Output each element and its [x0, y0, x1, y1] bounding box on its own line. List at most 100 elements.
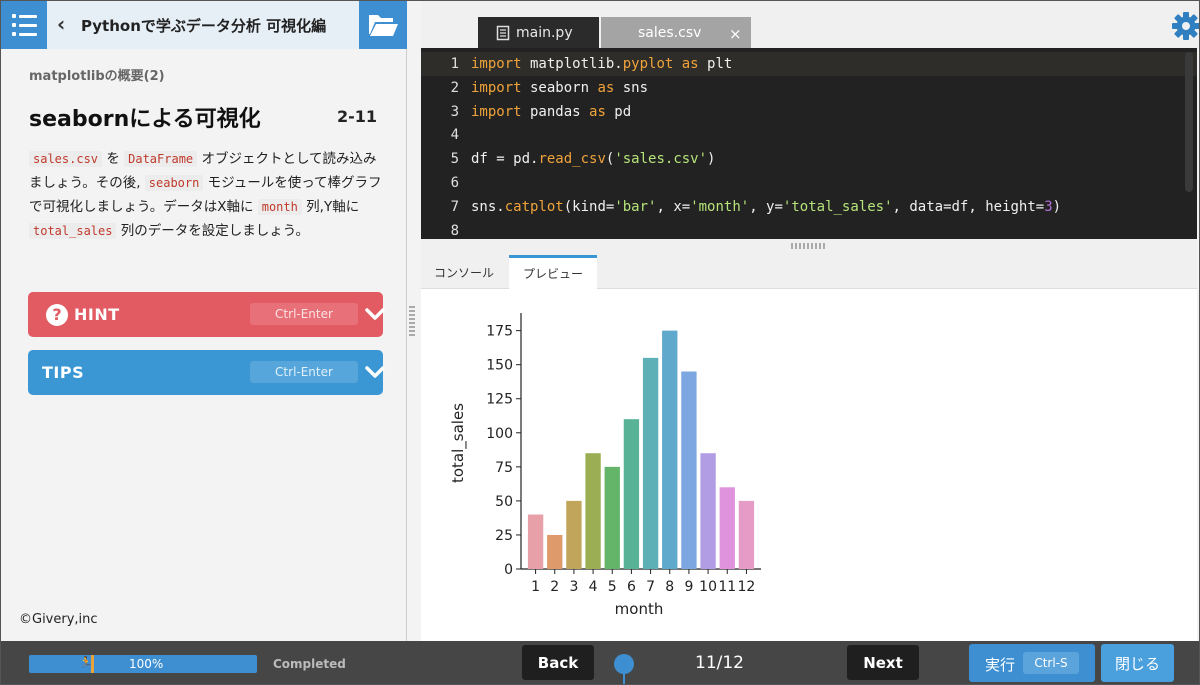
- hint-accordion[interactable]: ? HINT Ctrl-Enter: [28, 292, 385, 337]
- code-editor[interactable]: 1 import matplotlib.pyplot as plt 2 import …: [421, 48, 1197, 239]
- gear-icon[interactable]: [1171, 11, 1200, 41]
- bar: [604, 466, 620, 569]
- code-token: as: [589, 103, 606, 120]
- x-tick-label: 8: [665, 579, 674, 595]
- tips-label: TIPS: [42, 363, 85, 382]
- inline-code: month: [257, 199, 302, 215]
- folder-button[interactable]: [359, 1, 407, 49]
- code-line[interactable]: 3 import pandas as pd: [421, 100, 1197, 124]
- line-number: 7: [450, 198, 459, 215]
- y-tick-label: 25: [495, 528, 513, 544]
- line-number: 1: [450, 56, 459, 72]
- inline-code: DataFrame: [124, 151, 198, 167]
- code-token: pd: [605, 103, 632, 120]
- lesson-panel: ‹ Pythonで学ぶデータ分析 可視化編 matplotlibの概要(2) s…: [1, 1, 407, 641]
- course-title[interactable]: Pythonで学ぶデータ分析 可視化編: [81, 15, 326, 36]
- code-token: import: [471, 79, 522, 96]
- code-token: catplot: [504, 198, 564, 215]
- code-token: ): [707, 151, 716, 168]
- y-tick-label: 150: [486, 358, 513, 374]
- tips-accordion[interactable]: TIPS Ctrl-Enter: [28, 350, 385, 395]
- code-token: import: [471, 103, 522, 120]
- code-token: read_csv: [538, 151, 606, 168]
- lesson-description: sales.csv を DataFrame オブジェクトとして読み込みましょう。…: [29, 147, 385, 243]
- bar: [623, 419, 640, 569]
- code-line[interactable]: 1 import matplotlib.pyplot as plt: [421, 52, 1197, 76]
- menu-button[interactable]: [1, 1, 47, 49]
- tab-console[interactable]: コンソール: [421, 255, 507, 289]
- x-tick-label: 1: [531, 579, 540, 595]
- bar: [719, 487, 735, 569]
- panel-resize-handle[interactable]: [409, 306, 415, 336]
- line-number: 3: [450, 103, 459, 120]
- code-token: 'bar': [614, 198, 657, 215]
- lesson-header: ‹ Pythonで学ぶデータ分析 可視化編: [1, 1, 407, 49]
- x-tick-label: 9: [684, 579, 693, 595]
- code-line[interactable]: 6: [421, 171, 1197, 195]
- page-slider-stem: [623, 674, 625, 684]
- run-label: 実行: [985, 656, 1016, 674]
- close-button[interactable]: 閉じる: [1101, 644, 1174, 682]
- inline-code: seaborn: [144, 175, 204, 191]
- line-number: 4: [450, 127, 459, 144]
- folder-open-icon: [369, 15, 398, 36]
- bar: [700, 453, 716, 569]
- completed-label: Completed: [273, 657, 346, 671]
- y-tick-label: 125: [486, 392, 513, 408]
- code-token: sns: [614, 79, 649, 96]
- workspace-panel: main.py sales.csv × 1 import matplotlib.…: [407, 1, 1200, 641]
- editor-output-splitter[interactable]: [421, 239, 1197, 255]
- x-tick-label: 11: [718, 579, 736, 595]
- editor-tabbar: main.py sales.csv ×: [421, 1, 1200, 48]
- page-slider-handle[interactable]: [614, 654, 634, 674]
- run-button[interactable]: 実行 Ctrl-S: [969, 644, 1095, 682]
- code-line[interactable]: 7 sns.catplot(kind='bar', x='month', y='t…: [421, 195, 1197, 219]
- lesson-title: seabornによる可視化: [29, 107, 261, 132]
- run-shortcut: Ctrl-S: [1023, 652, 1079, 674]
- code-line[interactable]: 8: [421, 219, 1197, 239]
- progress-text: 100%: [129, 657, 164, 671]
- bottom-bar: 🏃 100% Completed Back 11/12 Next 実行 Ctrl…: [1, 641, 1199, 684]
- code-token: 3: [1044, 198, 1053, 215]
- bar: [527, 514, 544, 569]
- line-number: 5: [450, 151, 459, 168]
- code-token: ): [1052, 198, 1062, 215]
- code-line[interactable]: 5 df = pd.read_csv('sales.csv'): [421, 147, 1197, 171]
- code-token: as: [681, 56, 699, 72]
- bar: [681, 371, 697, 569]
- close-icon[interactable]: ×: [729, 25, 742, 43]
- x-tick-label: 10: [699, 579, 717, 595]
- progress-bar: 🏃 100%: [29, 655, 257, 673]
- editor-scrollbar[interactable]: [1185, 52, 1193, 192]
- bar: [547, 534, 563, 569]
- tab-sales-csv[interactable]: sales.csv ×: [601, 17, 751, 48]
- body-text: を: [102, 151, 125, 167]
- tab-main-py[interactable]: main.py: [478, 17, 599, 48]
- y-tick-label: 100: [486, 426, 513, 442]
- tab-preview[interactable]: プレビュー: [509, 255, 597, 289]
- y-tick-label: 75: [495, 460, 513, 476]
- chevron-left-icon[interactable]: ‹: [57, 13, 65, 35]
- bar: [642, 357, 659, 569]
- lesson-number: 2-11: [337, 107, 378, 126]
- code-line[interactable]: 2 import seaborn as sns: [421, 76, 1197, 100]
- x-tick-label: 5: [608, 579, 617, 595]
- x-tick-label: 4: [589, 579, 598, 595]
- x-tick-label: 2: [550, 579, 559, 595]
- code-token: (kind=: [563, 198, 615, 215]
- code-line[interactable]: 4: [421, 123, 1197, 147]
- x-axis-label: month: [615, 600, 664, 618]
- back-button[interactable]: Back: [522, 645, 594, 680]
- x-tick-label: 6: [627, 579, 636, 595]
- code-token: as: [597, 79, 615, 96]
- page-indicator: 11/12: [695, 653, 744, 673]
- hint-label: HINT: [74, 305, 120, 324]
- menu-icon: [11, 14, 37, 18]
- code-token: , y=: [749, 198, 783, 215]
- next-button[interactable]: Next: [847, 645, 919, 680]
- line-number: 2: [450, 79, 459, 96]
- x-tick-label: 7: [646, 579, 655, 595]
- splitter-grip[interactable]: [791, 243, 827, 249]
- preview-area: 0 25 50 75 100 125 150 175 1 2 3 4 5 6 7 8 9 10 11 12 month t…: [421, 289, 1197, 641]
